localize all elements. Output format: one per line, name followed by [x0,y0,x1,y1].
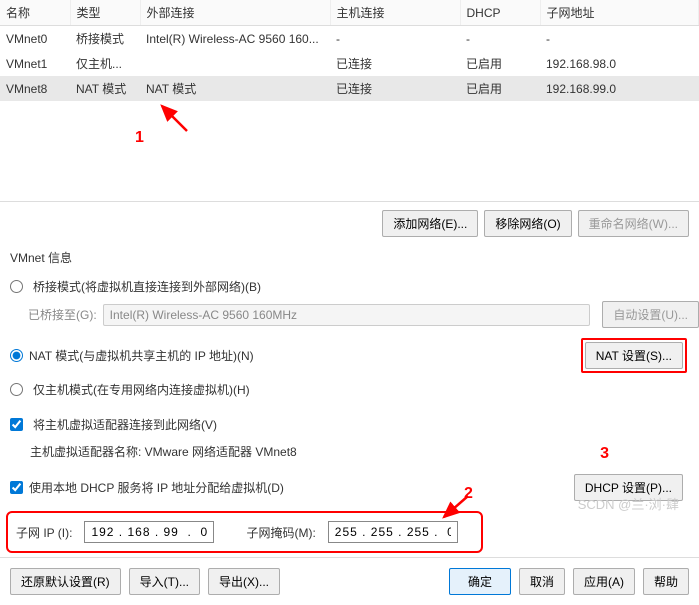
bridge-adapter-combo[interactable]: Intel(R) Wireless-AC 9560 160MHz [103,304,591,326]
subnet-mask-input[interactable] [328,521,458,543]
hostonly-label: 仅主机模式(在专用网络内连接虚拟机)(H) [33,381,250,398]
hostonly-radio[interactable] [10,383,23,396]
import-button[interactable]: 导入(T)... [129,568,200,595]
col-name[interactable]: 名称 [0,0,70,26]
apply-button[interactable]: 应用(A) [573,568,635,595]
bridge-radio[interactable] [10,280,23,293]
host-adapter-name: 主机虚拟适配器名称: VMware 网络适配器 VMnet8 [0,439,699,468]
bottom-button-bar: 还原默认设置(R) 导入(T)... 导出(X)... 确定 取消 应用(A) … [0,557,699,605]
nat-settings-button[interactable]: NAT 设置(S)... [585,342,683,369]
remove-network-button[interactable]: 移除网络(O) [484,210,571,237]
help-button[interactable]: 帮助 [643,568,689,595]
annotation-area-1: 1 [0,101,699,201]
subnet-ip-input[interactable] [84,521,214,543]
cancel-button[interactable]: 取消 [519,568,565,595]
arrow-icon [438,493,478,523]
auto-settings-button[interactable]: 自动设置(U)... [602,301,699,328]
nat-radio[interactable] [10,349,23,362]
bridge-label: 桥接模式(将虚拟机直接连接到外部网络)(B) [33,278,261,295]
col-ext[interactable]: 外部连接 [140,0,330,26]
table-row-selected[interactable]: VMnet8 NAT 模式 NAT 模式 已连接 已启用 192.168.99.… [0,76,699,101]
vmnet-table[interactable]: 名称 类型 外部连接 主机连接 DHCP 子网地址 VMnet0 桥接模式 In… [0,0,699,101]
col-host[interactable]: 主机连接 [330,0,460,26]
connect-host-label: 将主机虚拟适配器连接到此网络(V) [33,416,217,433]
subnet-mask-label: 子网掩码(M): [246,524,315,541]
table-row[interactable]: VMnet0 桥接模式 Intel(R) Wireless-AC 9560 16… [0,26,699,52]
hostonly-radio-row[interactable]: 仅主机模式(在专用网络内连接虚拟机)(H) [0,375,699,404]
subnet-ip-label: 子网 IP (I): [16,524,72,541]
network-button-bar: 添加网络(E)... 移除网络(O) 重命名网络(W)... [0,202,699,245]
dhcp-checkbox[interactable] [10,481,23,494]
arrow-icon [152,101,202,136]
col-dhcp[interactable]: DHCP [460,0,540,26]
annotation-label-3: 3 [600,445,609,463]
restore-defaults-button[interactable]: 还原默认设置(R) [10,568,121,595]
annotation-label-1: 1 [135,129,144,147]
bridge-radio-row[interactable]: 桥接模式(将虚拟机直接连接到外部网络)(B) [0,272,699,301]
nat-label: NAT 模式(与虚拟机共享主机的 IP 地址)(N) [29,347,254,364]
rename-network-button[interactable]: 重命名网络(W)... [578,210,689,237]
dhcp-settings-button[interactable]: DHCP 设置(P)... [574,474,683,501]
vmnet-info-title: VMnet 信息 [0,245,699,272]
connect-host-checkbox[interactable] [10,418,23,431]
col-subnet[interactable]: 子网地址 [540,0,699,26]
export-button[interactable]: 导出(X)... [208,568,280,595]
add-network-button[interactable]: 添加网络(E)... [382,210,478,237]
ok-button[interactable]: 确定 [449,568,511,595]
dhcp-label: 使用本地 DHCP 服务将 IP 地址分配给虚拟机(D) [29,479,284,496]
table-row[interactable]: VMnet1 仅主机... 已连接 已启用 192.168.98.0 [0,51,699,76]
bridged-to-label: 已桥接至(G): [28,306,97,323]
col-type[interactable]: 类型 [70,0,140,26]
